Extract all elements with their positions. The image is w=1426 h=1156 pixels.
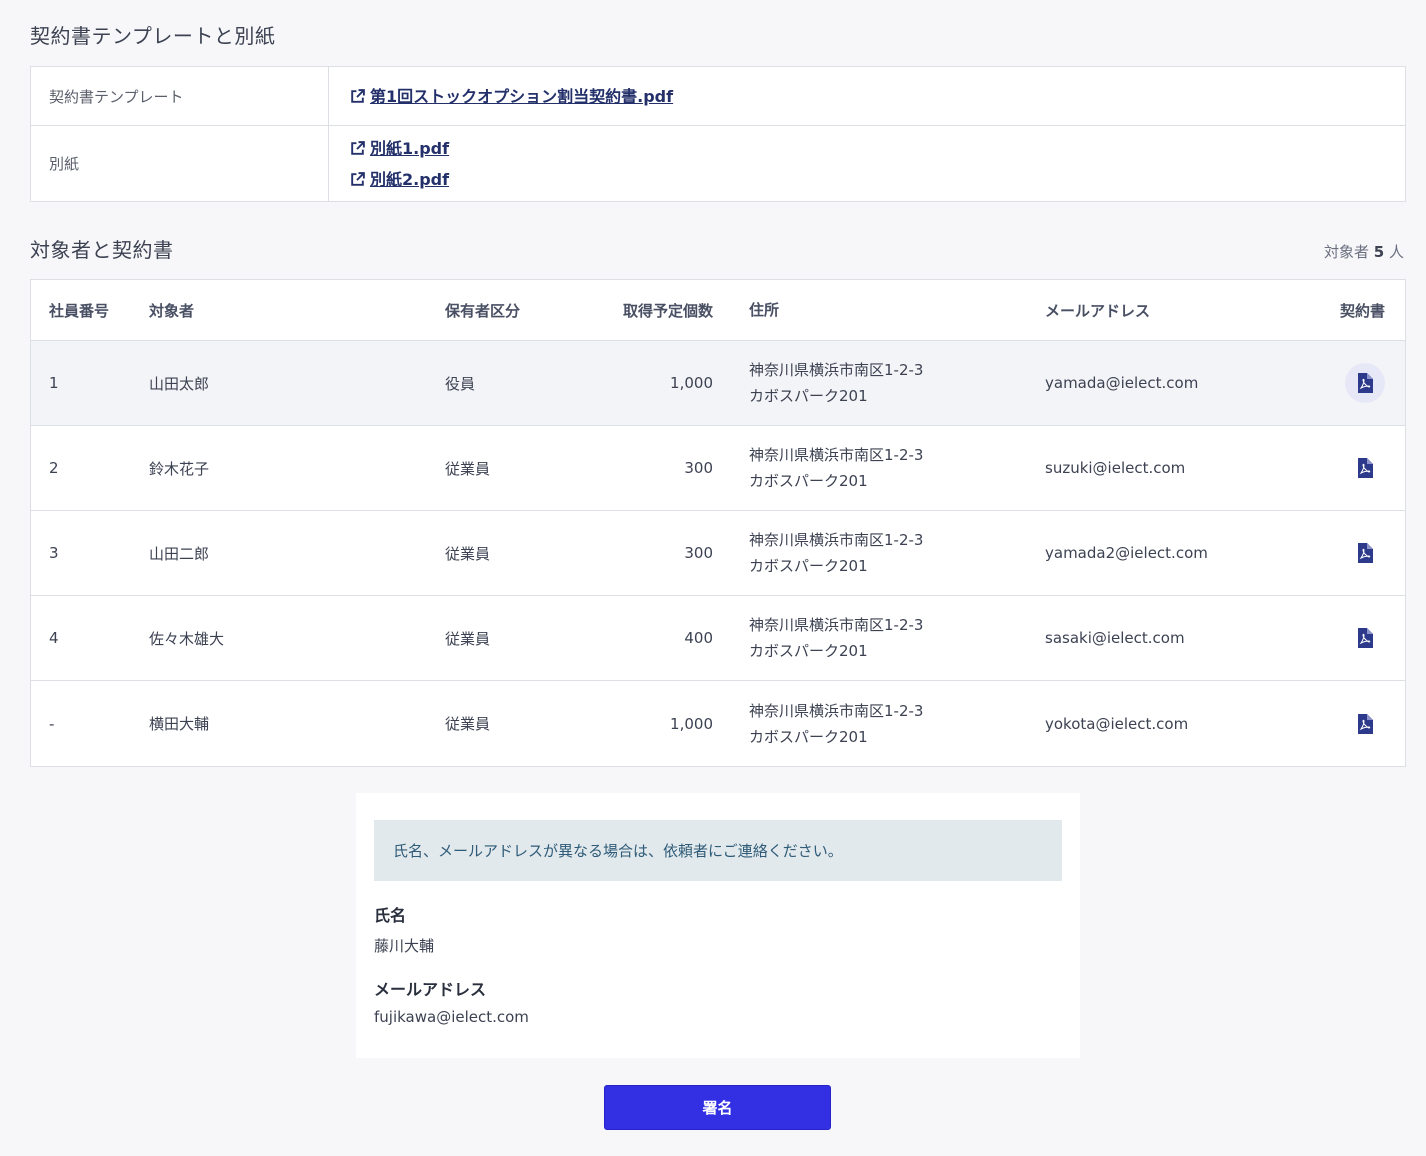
cell-address: 神奈川県横浜市南区1-2-3 カボスパーク201 (713, 612, 1009, 664)
cell-quantity: 1,000 (670, 714, 713, 733)
participants-table: 社員番号 対象者 保有者区分 取得予定個数 住所 メールアドレス 契約書 1 山田… (30, 279, 1406, 767)
contract-pdf-button[interactable] (1345, 533, 1385, 573)
cell-quantity: 1,000 (670, 374, 713, 392)
contract-pdf-button[interactable] (1345, 618, 1385, 658)
cell-email: yamada2@ielect.com (1045, 544, 1208, 562)
cell-employee-no: 1 (49, 374, 59, 392)
table-header: 社員番号 対象者 保有者区分 取得予定個数 住所 メールアドレス 契約書 (31, 280, 1405, 341)
pdf-file-icon (1358, 628, 1373, 648)
attachment-link-1[interactable]: 別紙1.pdf (349, 133, 449, 164)
col-header-email: メールアドレス (1045, 301, 1151, 320)
cell-employee-no: 3 (49, 544, 59, 562)
pdf-file-icon (1358, 458, 1373, 478)
attachment-label: 別紙 (31, 126, 329, 201)
col-header-holder-type: 保有者区分 (445, 301, 521, 320)
attachment-row: 別紙 別紙1.pdf 別紙2.pdf (31, 126, 1405, 201)
template-label: 契約書テンプレート (31, 67, 329, 125)
cell-holder-type: 役員 (445, 374, 476, 393)
notice-banner: 氏名、メールアドレスが異なる場合は、依頼者にご連絡ください。 (374, 820, 1062, 881)
address-line-2: カボスパーク201 (749, 472, 868, 490)
attachment-link-2[interactable]: 別紙2.pdf (349, 164, 449, 195)
table-row: 3 山田二郎 従業員 300 神奈川県横浜市南区1-2-3 カボスパーク201 yamada… (31, 511, 1405, 596)
col-header-quantity: 取得予定個数 (622, 301, 713, 320)
col-header-contract: 契約書 (1339, 301, 1385, 320)
contract-pdf-button[interactable] (1345, 363, 1385, 403)
cell-holder-type: 従業員 (445, 544, 491, 563)
email-label: メールアドレス (374, 980, 487, 999)
col-header-employee-no: 社員番号 (49, 301, 110, 320)
cell-contract (1269, 448, 1405, 488)
cell-name: 佐々木雄大 (149, 629, 225, 648)
cell-employee-no: - (49, 714, 55, 733)
participants-section-title: 対象者と契約書 (30, 238, 174, 262)
template-file-name: 第1回ストックオプション割当契約書.pdf (370, 86, 674, 106)
cell-address: 神奈川県横浜市南区1-2-3 カボスパーク201 (713, 442, 1009, 494)
table-row: - 横田大輔 従業員 1,000 神奈川県横浜市南区1-2-3 カボスパーク201 yoko… (31, 681, 1405, 766)
address-line-2: カボスパーク201 (749, 727, 868, 746)
cell-name: 横田大輔 (149, 715, 210, 733)
cell-name: 山田二郎 (149, 544, 210, 563)
address-line-2: カボスパーク201 (749, 387, 868, 405)
cell-holder-type: 従業員 (445, 459, 491, 478)
contract-pdf-button[interactable] (1345, 448, 1385, 488)
templates-section-title: 契約書テンプレートと別紙 (30, 24, 276, 48)
templates-table: 契約書テンプレート 第1回ストックオプション割当契約書.pdf 別紙 別紙1.p… (30, 66, 1406, 202)
cell-quantity: 400 (684, 629, 713, 647)
cell-email: sasaki@ielect.com (1045, 629, 1185, 647)
attachment-file-name: 別紙1.pdf (370, 138, 450, 158)
cell-contract (1269, 533, 1405, 573)
address-line-1: 神奈川県横浜市南区1-2-3 (749, 616, 924, 634)
cell-contract (1269, 618, 1405, 658)
count-value: 5 (1373, 243, 1385, 261)
external-link-icon (351, 171, 365, 186)
table-row: 4 佐々木雄大 従業員 400 神奈川県横浜市南区1-2-3 カボスパーク201 sasak… (31, 596, 1405, 681)
address-line-2: カボスパーク201 (749, 557, 868, 575)
cell-quantity: 300 (684, 544, 713, 562)
email-value: fujikawa@ielect.com (374, 1008, 529, 1026)
cell-email: suzuki@ielect.com (1045, 459, 1186, 477)
sign-button[interactable]: 署名 (604, 1085, 831, 1130)
template-row: 契約書テンプレート 第1回ストックオプション割当契約書.pdf (31, 67, 1405, 126)
cell-address: 神奈川県横浜市南区1-2-3 カボスパーク201 (713, 357, 1009, 409)
cell-name: 鈴木花子 (149, 459, 210, 478)
col-header-name: 対象者 (149, 301, 195, 320)
cell-name: 山田太郎 (149, 374, 210, 393)
cell-quantity: 300 (684, 459, 713, 477)
table-row: 1 山田太郎 役員 1,000 神奈川県横浜市南区1-2-3 カボスパーク201 yamad… (31, 341, 1405, 426)
address-line-1: 神奈川県横浜市南区1-2-3 (749, 361, 924, 379)
cell-holder-type: 従業員 (445, 629, 491, 648)
address-line-1: 神奈川県横浜市南区1-2-3 (749, 446, 924, 464)
contract-pdf-button[interactable] (1345, 704, 1385, 744)
name-label: 氏名 (374, 906, 407, 925)
address-line-1: 神奈川県横浜市南区1-2-3 (749, 701, 924, 720)
count-prefix: 対象者 (1323, 243, 1369, 261)
cell-holder-type: 従業員 (445, 715, 491, 733)
external-link-icon (351, 140, 365, 155)
cell-email: yamada@ielect.com (1045, 374, 1199, 392)
count-unit: 人 (1388, 243, 1404, 261)
pdf-file-icon (1358, 373, 1373, 393)
signer-info-box: 氏名、メールアドレスが異なる場合は、依頼者にご連絡ください。 氏名 藤川大輔 メ… (356, 793, 1080, 1058)
address-line-1: 神奈川県横浜市南区1-2-3 (749, 531, 924, 549)
pdf-file-icon (1358, 713, 1373, 734)
table-row: 2 鈴木花子 従業員 300 神奈川県横浜市南区1-2-3 カボスパーク201 suzuki… (31, 426, 1405, 511)
cell-contract (1269, 704, 1405, 744)
pdf-file-icon (1358, 543, 1373, 563)
attachment-file-name: 別紙2.pdf (370, 169, 450, 189)
cell-email: yokota@ielect.com (1045, 714, 1189, 733)
cell-employee-no: 4 (49, 629, 59, 647)
cell-contract (1269, 363, 1405, 403)
cell-address: 神奈川県横浜市南区1-2-3 カボスパーク201 (713, 698, 1009, 750)
name-value: 藤川大輔 (374, 937, 435, 955)
participant-count: 対象者 5 人 (1324, 241, 1404, 262)
template-file-link[interactable]: 第1回ストックオプション割当契約書.pdf (349, 81, 673, 112)
col-header-address: 住所 (749, 301, 780, 319)
cell-employee-no: 2 (49, 459, 59, 477)
cell-address: 神奈川県横浜市南区1-2-3 カボスパーク201 (713, 527, 1009, 579)
address-line-2: カボスパーク201 (749, 642, 868, 660)
external-link-icon (351, 88, 365, 103)
